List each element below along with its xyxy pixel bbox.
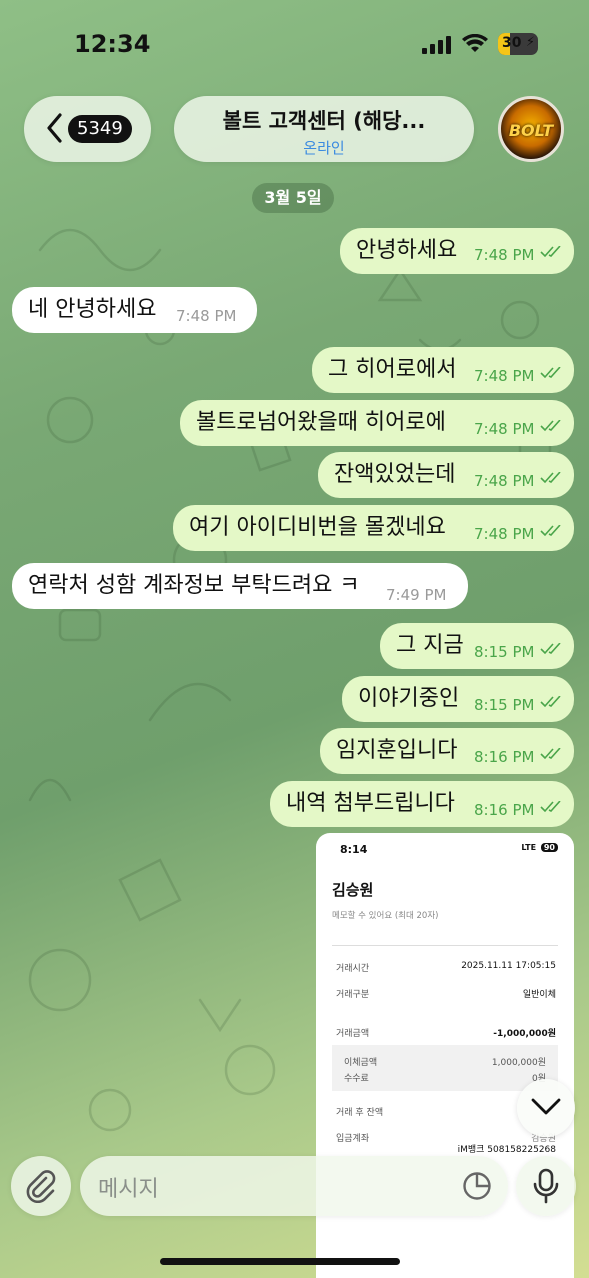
date-chip: 3월 5일 — [252, 183, 334, 213]
message-time: 7:48 PM — [474, 472, 535, 490]
message-text: 안녕하세요 — [356, 238, 458, 263]
message-text: 내역 첨부드립니다 — [286, 791, 455, 816]
chat-title-button[interactable]: 볼트 고객센터 (해당... 온라인 — [174, 96, 474, 162]
message-bubble[interactable]: 이야기중인 8:15 PM — [342, 676, 574, 722]
transfer-detail-box — [332, 1045, 558, 1091]
message-bubble[interactable]: 그 히어로에서 7:48 PM — [312, 347, 574, 393]
memo-hint: 메모할 수 있어요 (최대 20자) — [332, 911, 439, 921]
chat-online-status: 온라인 — [303, 139, 345, 157]
message-text: 연락처 성함 계좌정보 부탁드려요 ㅋ — [28, 573, 360, 598]
message-bubble[interactable]: 네 안녕하세요 7:48 PM — [12, 287, 257, 333]
message-bubble[interactable]: 임지훈입니다 8:16 PM — [320, 728, 574, 774]
attachment-status-bar: 8:14 LTE 90 — [316, 833, 574, 865]
receipt-value: 2025.11.11 17:05:15 — [461, 961, 556, 971]
chevron-down-icon — [531, 1098, 561, 1115]
message-time: 7:49 PM — [386, 586, 447, 604]
wifi-icon — [462, 34, 488, 52]
receipt-row: 이체금액 1,000,000원 — [344, 1055, 546, 1068]
receipt-row: 거래금액 -1,000,000원 — [336, 1026, 556, 1039]
chevron-left-icon — [47, 113, 62, 143]
message-bubble[interactable]: 잔액있었는데 7:48 PM — [318, 452, 574, 498]
message-text: 그 지금 — [396, 633, 464, 658]
message-time: 7:48 PM — [474, 420, 535, 438]
receipt-label: 거래 후 잔액 — [336, 1108, 384, 1118]
battery-level-text: 30 — [502, 35, 522, 51]
message-time: 8:16 PM — [474, 748, 535, 766]
message-text: 그 히어로에서 — [328, 357, 457, 382]
receipt-value: -1,000,000원 — [493, 1029, 556, 1039]
attach-button[interactable] — [11, 1156, 71, 1216]
double-check-icon — [540, 643, 561, 655]
message-bubble[interactable]: 그 지금 8:15 PM — [380, 623, 574, 669]
message-input-placeholder: 메시지 — [98, 1177, 159, 1202]
message-text: 볼트로넘어왔을때 히어로에 — [196, 410, 446, 435]
message-time: 7:48 PM — [474, 246, 535, 264]
scroll-to-bottom-button[interactable] — [517, 1079, 575, 1137]
double-check-icon — [540, 367, 561, 379]
chat-name: 볼트 고객센터 (해당... — [222, 109, 426, 133]
battery-charging-icon: 30 ⚡ — [498, 33, 538, 55]
receipt-value: 1,000,000원 — [491, 1058, 546, 1068]
back-button[interactable]: 5349 — [24, 96, 151, 162]
message-time: 8:16 PM — [474, 801, 535, 819]
attachment-time: 8:14 — [340, 843, 368, 856]
double-check-icon — [540, 801, 561, 813]
message-time: 7:48 PM — [474, 525, 535, 543]
double-check-icon — [540, 696, 561, 708]
recipient-name: 김승원 — [332, 881, 374, 899]
avatar-logo: BOLT — [508, 121, 554, 140]
status-bar: 12:34 30 ⚡ — [0, 0, 589, 90]
message-time: 8:15 PM — [474, 643, 535, 661]
attachment-network-label: LTE — [521, 843, 537, 852]
message-text: 잔액있었는데 — [334, 462, 456, 487]
receipt-label: 수수료 — [344, 1074, 369, 1084]
attachment-battery: 90 — [540, 843, 558, 852]
sticker-icon[interactable] — [462, 1171, 492, 1201]
unread-count-badge: 5349 — [68, 115, 132, 143]
receipt-label: 거래금액 — [336, 1029, 370, 1039]
receipt-value: 일반이체 — [522, 990, 556, 1000]
home-indicator — [160, 1258, 400, 1265]
receipt-row: 거래시간 2025.11.11 17:05:15 — [336, 961, 556, 974]
double-check-icon — [540, 748, 561, 760]
receipt-label: 거래시간 — [336, 964, 370, 974]
message-bubble[interactable]: 안녕하세요 7:48 PM — [340, 228, 574, 274]
receipt-row: 거래구분 일반이체 — [336, 987, 556, 1000]
divider — [332, 945, 558, 946]
receipt-value: iM뱅크 508158225268 — [457, 1145, 556, 1155]
voice-message-button[interactable] — [516, 1156, 576, 1216]
double-check-icon — [540, 246, 561, 258]
message-bubble[interactable]: 볼트로넘어왔을때 히어로에 7:48 PM — [180, 400, 574, 446]
message-bubble[interactable]: 내역 첨부드립니다 8:16 PM — [270, 781, 574, 827]
message-time: 8:15 PM — [474, 696, 535, 714]
cellular-signal-icon — [422, 36, 451, 54]
message-text: 여기 아이디비번을 몰겠네요 — [189, 515, 446, 540]
message-bubble[interactable]: 여기 아이디비번을 몰겠네요 7:48 PM — [173, 505, 574, 551]
double-check-icon — [540, 420, 561, 432]
avatar[interactable]: BOLT — [498, 96, 564, 162]
double-check-icon — [540, 472, 561, 484]
message-bubble[interactable]: 연락처 성함 계좌정보 부탁드려요 ㅋ 7:49 PM — [12, 563, 468, 609]
receipt-label: 이체금액 — [344, 1058, 378, 1068]
message-text: 네 안녕하세요 — [28, 297, 157, 322]
message-time: 7:48 PM — [176, 307, 237, 325]
paperclip-icon — [26, 1170, 56, 1203]
message-text: 이야기중인 — [358, 686, 460, 711]
message-text: 임지훈입니다 — [336, 738, 458, 763]
message-time: 7:48 PM — [474, 367, 535, 385]
receipt-row: 수수료 0원 — [344, 1071, 546, 1084]
receipt-label: 입금계좌 — [336, 1134, 370, 1144]
microphone-icon — [533, 1168, 559, 1204]
status-time: 12:34 — [74, 30, 151, 58]
receipt-label: 거래구분 — [336, 990, 370, 1000]
double-check-icon — [540, 525, 561, 537]
message-input[interactable]: 메시지 — [80, 1156, 508, 1216]
attachment-network: LTE 90 — [521, 843, 558, 852]
